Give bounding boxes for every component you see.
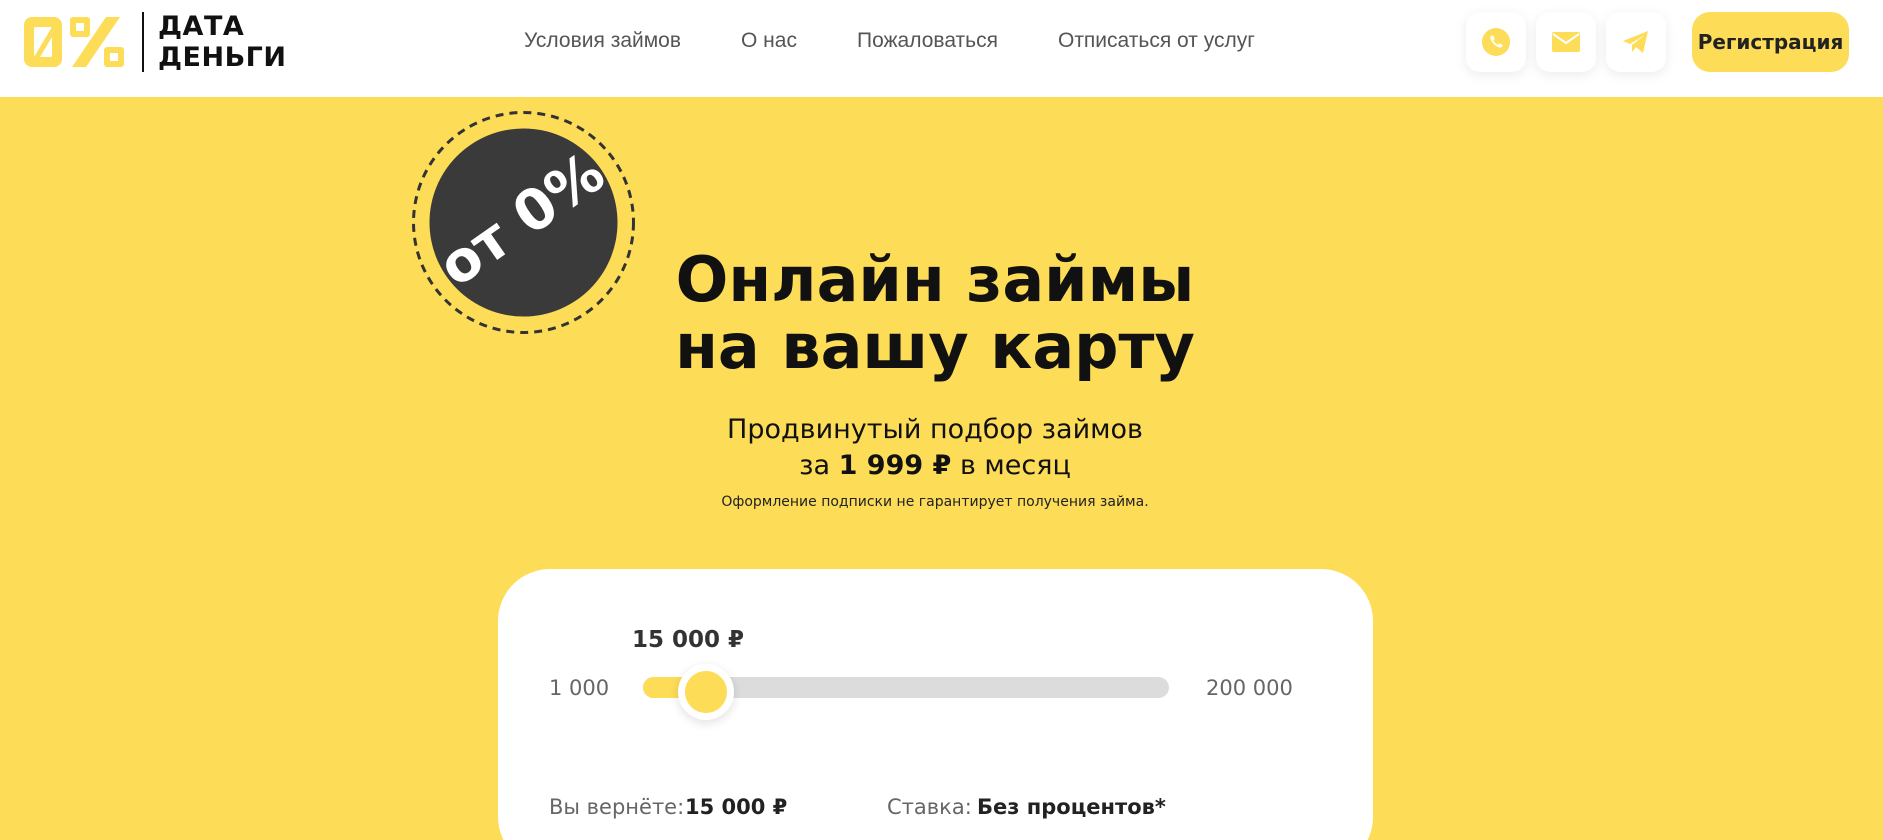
hero-subtitle-prefix: за	[799, 450, 831, 481]
nav-link-loan-terms[interactable]: Условия займов	[524, 29, 681, 53]
mail-button[interactable]	[1536, 12, 1596, 72]
logo-mark-text: 0%	[22, 13, 24, 14]
hero-subscription-price: 1 999 ₽	[838, 450, 952, 481]
logo-line-1: ДАТА	[158, 11, 245, 42]
telegram-button[interactable]	[1606, 12, 1666, 72]
logo[interactable]: 0% ДАТА ДЕНЬГИ	[22, 11, 286, 73]
hero-title-line-1: Онлайн займы	[675, 243, 1195, 316]
slider-min-label: 1 000	[549, 676, 610, 700]
telegram-icon	[1623, 31, 1648, 53]
nav-link-complaint[interactable]: Пожаловаться	[857, 29, 998, 53]
mail-icon	[1552, 32, 1580, 52]
hero-subtitle-line-2: за 1 999 ₽ в месяц	[560, 448, 1310, 484]
rate-value: Без процентов*	[977, 795, 1166, 819]
hero-subtitle-suffix: в месяц	[959, 450, 1071, 481]
hero-title: Онлайн займы на вашу карту	[560, 246, 1310, 380]
phone-button[interactable]	[1466, 12, 1526, 72]
loan-amount-value: 15 000 ₽	[632, 627, 745, 653]
hero-subtitle: Продвинутый подбор займов за 1 999 ₽ в м…	[560, 412, 1310, 484]
hero-subtitle-line-1: Продвинутый подбор займов	[727, 414, 1143, 445]
phone-icon	[1482, 28, 1510, 56]
site-header: 0% ДАТА ДЕНЬГИ Условия займов О нас Пожа…	[0, 0, 1883, 97]
nav-link-about[interactable]: О нас	[741, 29, 797, 53]
register-button[interactable]: Регистрация	[1692, 12, 1849, 72]
amount-slider-thumb[interactable]	[678, 664, 734, 720]
nav-link-unsubscribe[interactable]: Отписаться от услуг	[1058, 29, 1255, 53]
rate-label: Ставка:	[887, 795, 972, 819]
logo-text: ДАТА ДЕНЬГИ	[158, 11, 286, 73]
return-label: Вы вернёте:	[549, 795, 685, 819]
logo-mark-icon: 0%	[22, 13, 124, 67]
main-nav: Условия займов О нас Пожаловаться Отписа…	[524, 29, 1255, 53]
return-value: 15 000 ₽	[685, 795, 788, 819]
hero-title-line-2: на вашу карту	[675, 310, 1195, 383]
logo-line-2: ДЕНЬГИ	[158, 42, 287, 73]
hero-disclaimer: Оформление подписки не гарантирует получ…	[721, 494, 1149, 510]
slider-max-label: 200 000	[1206, 676, 1293, 700]
logo-divider	[142, 12, 144, 72]
